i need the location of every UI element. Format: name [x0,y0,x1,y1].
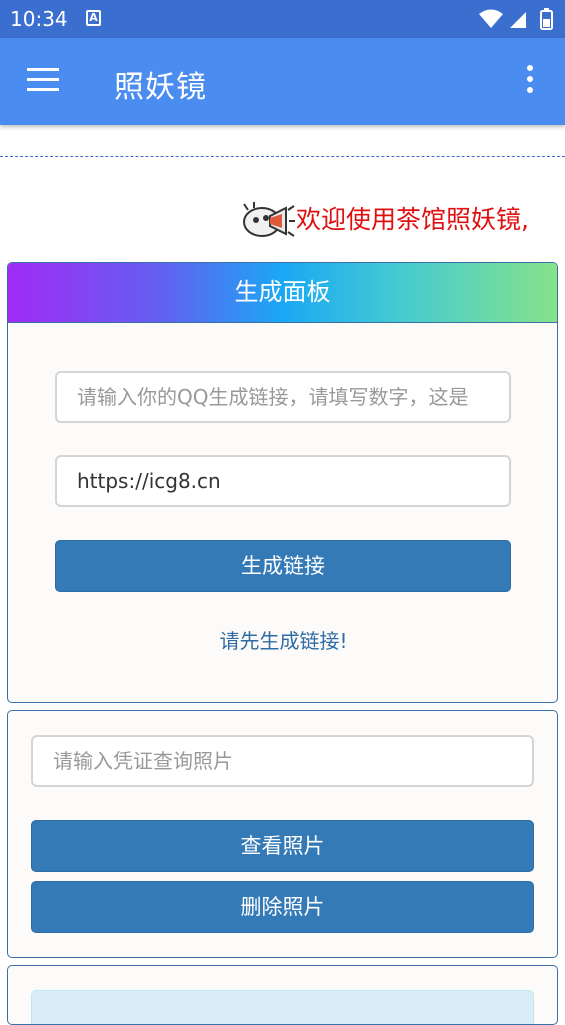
battery-icon [540,8,553,30]
dashed-divider [0,156,565,157]
panel-title: 生成面板 [8,263,557,323]
system-icons [479,8,553,30]
delete-photos-button[interactable]: 删除照片 [31,881,534,933]
status-time: 10:34 [10,7,68,31]
marquee-text: 欢迎使用茶馆照妖镜, [296,205,529,234]
generate-link-button[interactable]: 生成链接 [55,540,511,592]
app-title: 照妖镜 [114,70,207,105]
cellular-icon [510,12,526,28]
info-panel [7,965,558,1025]
generate-hint: 请先生成链接! [219,629,348,653]
url-input[interactable]: https://icg8.cn [55,455,511,507]
app-bar: 照妖镜 [0,38,565,125]
generate-panel: 生成面板 请输入你的QQ生成链接，请填写数字，这是 https://icg8.c… [7,262,558,703]
info-alert [31,990,534,1024]
qq-input[interactable]: 请输入你的QQ生成链接，请填写数字，这是 [55,371,511,423]
voucher-input[interactable]: 请输入凭证查询照片 [31,735,534,787]
more-vertical-icon[interactable] [522,65,538,97]
megaphone-icon [243,202,295,237]
hamburger-menu-icon[interactable] [27,68,61,94]
status-bar: 10:34 A [0,0,565,38]
wifi-icon [479,9,503,28]
query-panel: 请输入凭证查询照片 查看照片 删除照片 [7,710,558,958]
view-photos-button[interactable]: 查看照片 [31,820,534,872]
notification-a-icon: A [86,10,101,26]
